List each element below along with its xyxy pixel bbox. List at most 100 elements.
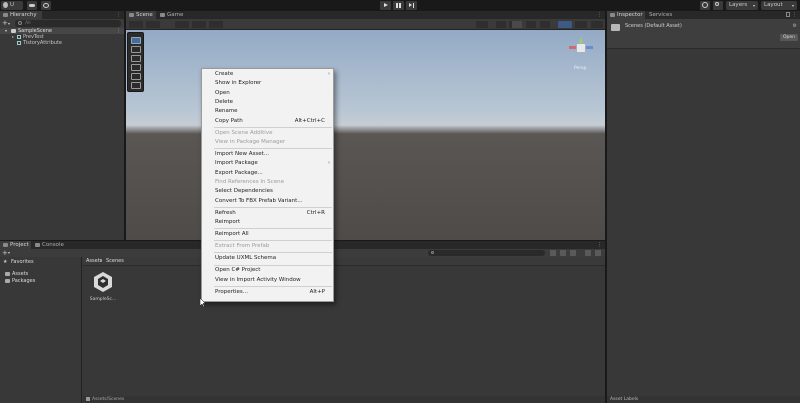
- more-icon[interactable]: ⋮: [116, 12, 121, 18]
- hidden-objects-button[interactable]: [540, 21, 550, 28]
- tab-game-label: Game: [167, 12, 184, 18]
- context-menu-item[interactable]: Delete: [202, 98, 333, 107]
- context-menu-item-label: Refresh: [215, 209, 236, 216]
- render-mode-dropdown[interactable]: [146, 21, 160, 28]
- draw-mode-dropdown[interactable]: [129, 21, 143, 28]
- hand-tool-icon[interactable]: [131, 37, 141, 44]
- breadcrumb-separator: ›: [100, 258, 102, 264]
- step-button[interactable]: [406, 1, 417, 10]
- shading-button[interactable]: [476, 21, 488, 28]
- move-tool-icon[interactable]: [131, 46, 141, 53]
- tab-console[interactable]: Console: [32, 241, 66, 249]
- rotate-tool-icon[interactable]: [131, 55, 141, 62]
- chevron-right-icon: ›: [328, 71, 330, 77]
- context-menu-item[interactable]: Show in Explorer: [202, 79, 333, 88]
- z-axis-icon[interactable]: [586, 46, 593, 49]
- slider-icon[interactable]: [595, 250, 601, 256]
- tab-inspector[interactable]: Inspector: [607, 11, 645, 19]
- favorites-row[interactable]: ★ Favorites: [0, 259, 82, 265]
- account-dropdown[interactable]: U: [1, 1, 23, 10]
- tab-project[interactable]: Project: [0, 241, 31, 249]
- rect-tool-icon[interactable]: [131, 73, 141, 80]
- panel-divider[interactable]: [124, 11, 126, 240]
- collab-button[interactable]: [41, 1, 51, 10]
- context-menu-item-label: Copy Path: [215, 117, 243, 124]
- layout-dropdown[interactable]: Layout ▾: [761, 1, 797, 10]
- tab-scene[interactable]: Scene: [126, 11, 156, 19]
- hierarchy-item-label: TistoryAttribute: [23, 40, 63, 46]
- grid-snap-dropdown[interactable]: [175, 21, 189, 28]
- lighting-toggle[interactable]: [512, 21, 522, 28]
- more-icon[interactable]: ⋮: [597, 12, 602, 18]
- chevron-down-icon[interactable]: ▾: [8, 249, 10, 257]
- context-menu-item-label: Convert To FBX Prefab Variant...: [215, 197, 303, 204]
- context-menu-item[interactable]: Reimport All: [202, 230, 333, 239]
- scale-tool-icon[interactable]: [131, 64, 141, 71]
- eye-icon[interactable]: [585, 250, 591, 256]
- context-menu-item[interactable]: Create ›: [202, 70, 333, 79]
- unity-scene-icon: [11, 29, 16, 33]
- console-icon: [35, 243, 40, 247]
- context-menu-item[interactable]: Update UXML Schema: [202, 254, 333, 263]
- settings-icon[interactable]: ⚙: [793, 23, 797, 29]
- scene-gizmo[interactable]: Persp: [566, 34, 596, 74]
- effects-dropdown[interactable]: [526, 21, 536, 28]
- add-icon[interactable]: +: [2, 249, 8, 257]
- context-menu-item[interactable]: Refresh Ctrl+R: [202, 209, 333, 218]
- context-menu-item[interactable]: Copy Path Alt+Ctrl+C: [202, 117, 333, 126]
- search-scene-button[interactable]: [591, 21, 603, 28]
- layers-dropdown[interactable]: Layers ▾: [726, 1, 758, 10]
- asset-tile[interactable]: SampleSc...: [88, 271, 118, 305]
- play-button[interactable]: [380, 1, 391, 10]
- tree-item-assets[interactable]: Assets: [0, 271, 82, 277]
- project-search-input[interactable]: [428, 250, 545, 256]
- cloud-button[interactable]: [27, 1, 37, 10]
- move-snap-dropdown[interactable]: [192, 21, 206, 28]
- 2d-toggle[interactable]: [496, 21, 506, 28]
- context-menu-item[interactable]: Open: [202, 89, 333, 98]
- folder-icon: [5, 279, 10, 283]
- gizmos-dropdown[interactable]: [575, 21, 587, 28]
- tab-hierarchy[interactable]: Hierarchy: [0, 11, 42, 19]
- filter-type-icon[interactable]: [550, 250, 556, 256]
- tab-services[interactable]: Services: [646, 11, 676, 19]
- context-menu-item[interactable]: Properties... Alt+P: [202, 288, 333, 297]
- add-icon[interactable]: +: [2, 19, 8, 28]
- context-menu-item[interactable]: Import New Asset...: [202, 150, 333, 159]
- context-menu-item[interactable]: Export Package...: [202, 169, 333, 178]
- chevron-down-icon[interactable]: ▾: [8, 19, 10, 28]
- hierarchy-item[interactable]: TistoryAttribute: [0, 40, 124, 46]
- context-menu-item[interactable]: View in Import Activity Window: [202, 276, 333, 285]
- step-icon: [409, 3, 412, 7]
- breadcrumb-current[interactable]: Scenes: [106, 257, 124, 266]
- scene-camera-button[interactable]: [558, 21, 572, 28]
- scene-viewport[interactable]: [126, 19, 605, 240]
- y-axis-icon[interactable]: [579, 36, 583, 43]
- context-menu-item[interactable]: Import Package ›: [202, 159, 333, 168]
- lock-icon[interactable]: [786, 12, 790, 17]
- tab-game[interactable]: Game: [157, 11, 185, 19]
- open-button[interactable]: Open: [780, 34, 798, 41]
- center-cube-icon[interactable]: [577, 44, 585, 52]
- layers-label: Layers: [729, 2, 748, 8]
- increment-snap-button[interactable]: [209, 21, 223, 28]
- context-menu-item[interactable]: Convert To FBX Prefab Variant...: [202, 197, 333, 206]
- hierarchy-tabbar: Hierarchy ⋮: [0, 11, 124, 19]
- context-menu-item[interactable]: Open C# Project: [202, 266, 333, 275]
- persp-label[interactable]: Persp: [574, 66, 586, 72]
- more-icon[interactable]: ⋮: [792, 12, 797, 18]
- search-button[interactable]: [713, 1, 723, 10]
- filter-label-icon[interactable]: [560, 250, 566, 256]
- star-icon[interactable]: [570, 250, 576, 256]
- context-menu-item[interactable]: Select Dependencies: [202, 187, 333, 196]
- tree-item-packages[interactable]: Packages: [0, 278, 82, 284]
- history-button[interactable]: [700, 1, 710, 10]
- hierarchy-search-input[interactable]: All: [15, 20, 121, 27]
- context-menu-item[interactable]: Rename: [202, 107, 333, 116]
- x-axis-icon[interactable]: [569, 46, 576, 49]
- pause-button[interactable]: [393, 1, 404, 10]
- transform-tool-icon[interactable]: [131, 82, 141, 89]
- tab-scene-label: Scene: [136, 12, 153, 18]
- context-menu-item[interactable]: Reimport: [202, 218, 333, 227]
- more-icon[interactable]: ⋮: [597, 242, 602, 248]
